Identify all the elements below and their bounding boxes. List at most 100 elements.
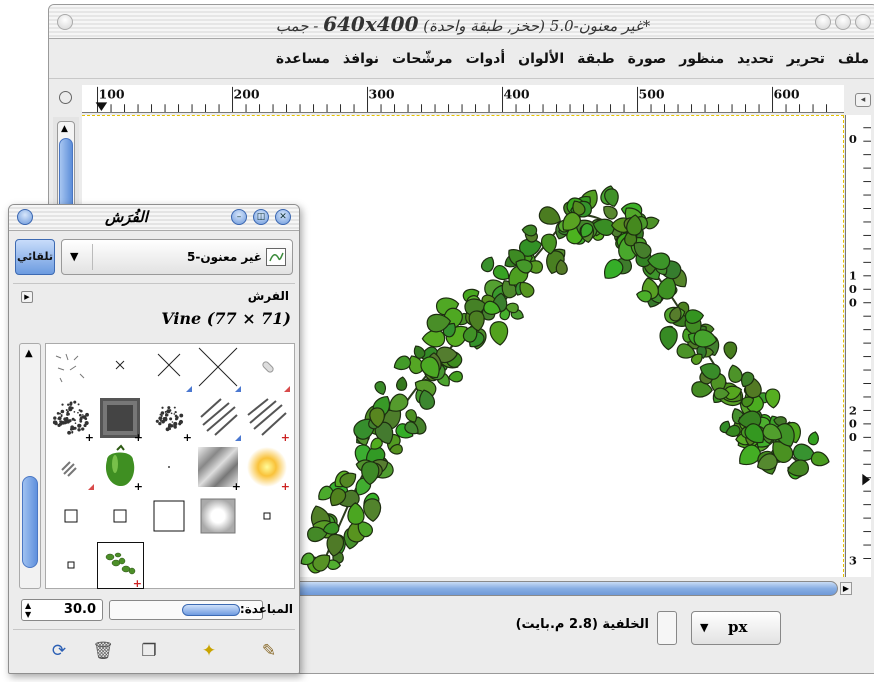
brush-swatch[interactable] xyxy=(195,493,242,540)
dropdown-arrow-icon: ▼ xyxy=(700,621,709,634)
vine-leaf xyxy=(603,205,618,220)
menu-help[interactable]: مساعدة xyxy=(276,51,330,67)
brush-swatch[interactable]: + xyxy=(244,395,291,444)
ruler-label: 3 xyxy=(849,553,857,567)
pipe-indicator-icon: + xyxy=(182,431,192,444)
ruler-label: 1 xyxy=(849,269,857,283)
brush-swatch[interactable] xyxy=(97,346,144,393)
separator xyxy=(13,283,295,284)
scroll-right-arrow-icon[interactable]: ▶ xyxy=(840,582,852,595)
title-bar[interactable]: *غير معنون-5.0 (حخز, طبقة واحدة) 640x400… xyxy=(49,5,874,39)
brush-swatch[interactable]: + xyxy=(97,444,144,493)
vertical-ruler[interactable]: 0 100 200 3 xyxy=(845,115,871,577)
menu-tools[interactable]: أدوات xyxy=(466,51,506,67)
scroll-up-arrow-icon[interactable]: ▲ xyxy=(61,124,68,134)
brush-swatch[interactable] xyxy=(48,493,95,540)
new-icon[interactable]: ✦ xyxy=(197,639,221,663)
brush-swatch[interactable] xyxy=(48,542,95,589)
brush-scroll-thumb[interactable] xyxy=(22,476,38,568)
brush-swatch[interactable] xyxy=(244,493,291,540)
auto-button[interactable]: تلقائي xyxy=(15,239,55,275)
delete-icon[interactable]: 🗑 xyxy=(91,639,115,663)
menu-windows[interactable]: نوافذ xyxy=(343,51,379,67)
brush-swatch[interactable]: + xyxy=(48,395,95,444)
brush-swatch-vine-selected[interactable]: + xyxy=(97,542,144,590)
brush-swatch[interactable] xyxy=(48,444,95,491)
ruler-label: 200 xyxy=(234,87,260,102)
ruler-label: 0 xyxy=(849,417,857,431)
unit-select[interactable]: ▼ px xyxy=(691,611,781,645)
scaled-indicator-icon xyxy=(186,386,192,392)
brush-grid: + + + + + + + + xyxy=(45,343,295,590)
window-minimize-button[interactable] xyxy=(815,14,831,30)
pipe-indicator-icon: + xyxy=(280,431,290,444)
brush-swatch[interactable]: + xyxy=(244,444,291,493)
menu-select[interactable]: تحديد xyxy=(737,51,774,67)
spacing-label: المباعدة: xyxy=(239,602,293,616)
zoom-corner-button[interactable] xyxy=(53,89,79,111)
brush-swatch[interactable] xyxy=(146,493,193,540)
title-size: 640x400 xyxy=(323,12,419,36)
brush-swatch[interactable] xyxy=(146,346,193,393)
spacing-spinbutton[interactable]: ▲ ▼ 30.0 xyxy=(21,599,103,621)
menu-view[interactable]: منظور xyxy=(679,51,724,67)
window-shade-button[interactable] xyxy=(855,14,871,30)
menu-layer[interactable]: طبقة xyxy=(577,51,614,67)
navigate-button[interactable]: ◂ xyxy=(855,93,871,107)
ruler-label: 0 xyxy=(849,296,857,310)
vine-leaf xyxy=(363,498,382,522)
ruler-label: 2 xyxy=(849,403,857,417)
brush-swatch[interactable] xyxy=(244,346,291,393)
tab-menu-icon[interactable]: ▶ xyxy=(21,291,33,303)
vine-leaf xyxy=(723,341,738,360)
pipe-indicator-icon: + xyxy=(132,577,142,590)
menu-filters[interactable]: مرشّحات xyxy=(392,51,453,67)
pipe-indicator-icon: + xyxy=(280,480,290,493)
close-icon[interactable]: ✕ xyxy=(275,209,291,225)
window-close-button[interactable] xyxy=(57,14,73,30)
refresh-icon[interactable]: ⟳ xyxy=(47,639,71,663)
menu-file[interactable]: ملف xyxy=(838,51,869,67)
ruler-position-marker xyxy=(862,473,871,486)
scaled-indicator-icon xyxy=(235,386,241,392)
unit-label: px xyxy=(728,618,748,636)
image-menu[interactable]: ▼ غير معنون-5 xyxy=(61,239,293,275)
ruler-label: 500 xyxy=(639,87,665,102)
ruler-label: 0 xyxy=(849,430,857,444)
vine-leaf xyxy=(374,380,386,395)
separator xyxy=(13,629,295,630)
dialog-title-bar[interactable]: الفُرَش – ◫ ✕ xyxy=(9,205,299,231)
selected-brush-name: Vine (77 × 71) xyxy=(161,309,291,328)
brush-swatch[interactable] xyxy=(48,346,95,393)
spacing-slider-knob[interactable] xyxy=(182,604,240,616)
dialog-close-button[interactable] xyxy=(17,209,33,225)
brush-swatch[interactable]: + xyxy=(146,395,193,444)
window-zoom-button[interactable] xyxy=(835,14,851,30)
brush-swatch[interactable]: + xyxy=(195,444,242,493)
brush-list-scrollbar[interactable]: ▲ xyxy=(19,343,41,589)
vine-leaf xyxy=(421,329,446,348)
brush-swatch[interactable] xyxy=(195,346,242,393)
spacing-row: ▲ ▼ 30.0 المباعدة: xyxy=(15,599,293,623)
menu-image[interactable]: صورة xyxy=(628,51,667,67)
maximize-icon[interactable]: ◫ xyxy=(253,209,269,225)
minimize-icon[interactable]: – xyxy=(231,209,247,225)
horizontal-ruler[interactable]: 100 200 300 400 500 600 xyxy=(82,85,844,113)
edit-icon[interactable]: ✎ xyxy=(257,639,281,663)
brush-swatch[interactable] xyxy=(195,395,242,442)
spin-arrows-icon[interactable]: ▲ ▼ xyxy=(25,601,31,619)
brush-swatch[interactable] xyxy=(97,493,144,540)
brushes-dialog: الفُرَش – ◫ ✕ تلقائي ▼ غير معنون-5 ▶ الف… xyxy=(8,204,300,674)
pipe-indicator-icon: + xyxy=(133,480,143,493)
brush-swatch[interactable] xyxy=(146,444,193,491)
vine-leaf xyxy=(447,370,463,383)
brush-swatch[interactable]: + xyxy=(97,395,144,444)
vine-leaf xyxy=(765,388,781,409)
menu-edit[interactable]: تحرير xyxy=(787,51,825,67)
scroll-up-arrow-icon[interactable]: ▲ xyxy=(25,348,33,359)
menu-colors[interactable]: الألوان xyxy=(518,51,564,67)
duplicate-icon[interactable]: ❐ xyxy=(137,639,161,663)
scaled-indicator-icon xyxy=(235,435,241,441)
vine-leaf xyxy=(659,326,678,351)
status-toggle[interactable] xyxy=(657,611,677,645)
